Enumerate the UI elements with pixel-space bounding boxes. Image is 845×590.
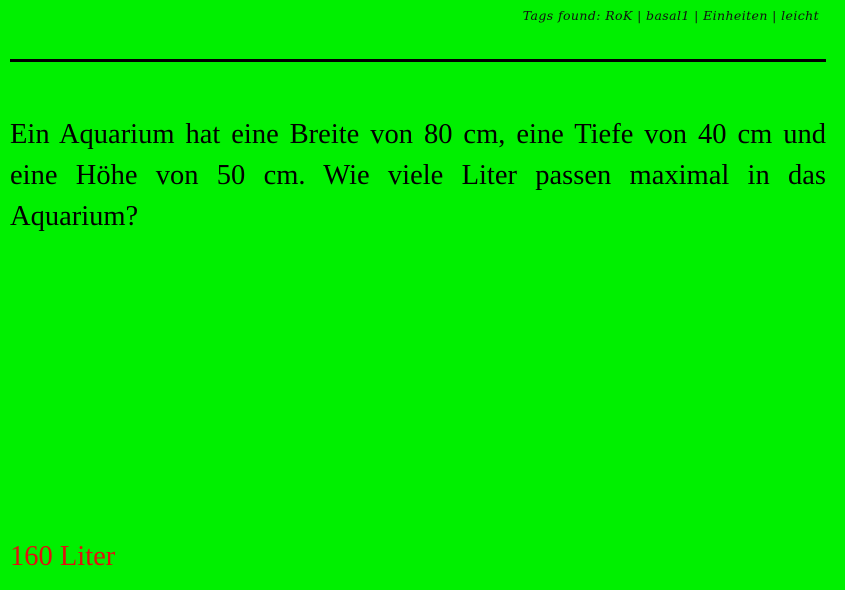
header-divider (10, 59, 826, 62)
answer-text: 160 Liter (10, 541, 116, 572)
tags-line: Tags found: RoK | basal1 | Einheiten | l… (522, 8, 819, 23)
question-text: Ein Aquarium hat eine Breite von 80 cm, … (10, 119, 826, 232)
